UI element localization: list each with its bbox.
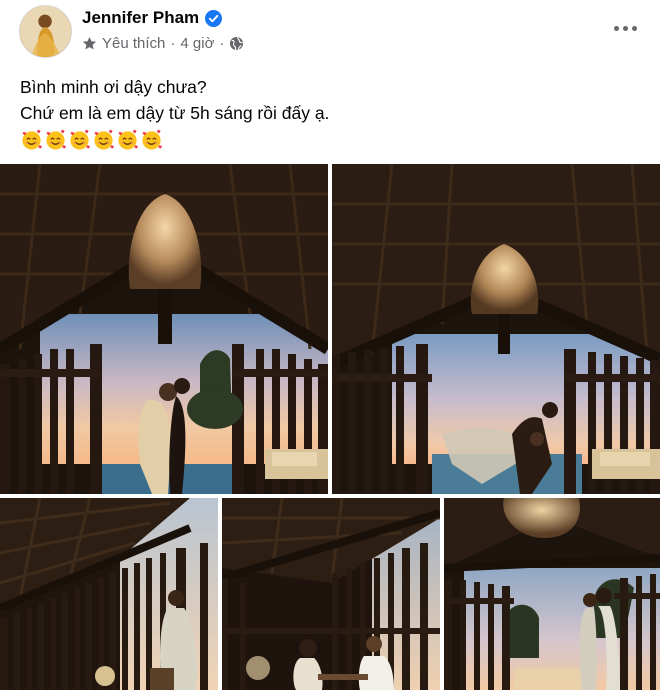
author-row: Jennifer Pham xyxy=(82,8,223,28)
verified-badge-icon xyxy=(205,9,223,27)
globe-icon[interactable] xyxy=(229,36,244,51)
post-time[interactable]: 4 giờ xyxy=(180,35,214,52)
author-name[interactable]: Jennifer Pham xyxy=(82,8,199,28)
smiling-face-with-hearts-icon xyxy=(46,130,66,150)
smiling-face-with-hearts-icon xyxy=(94,130,114,150)
photo-gallery xyxy=(0,164,660,690)
smiling-face-with-hearts-icon xyxy=(22,130,42,150)
photo-couple-dancing[interactable] xyxy=(332,164,660,494)
smiling-face-with-hearts-icon xyxy=(142,130,162,150)
post-text: Bình minh ơi dậy chưa? Chứ em là em dậy … xyxy=(20,74,329,151)
meta-separator: · xyxy=(170,35,176,52)
more-options-icon[interactable] xyxy=(608,14,642,42)
emoji-row xyxy=(20,128,329,151)
smiling-face-with-hearts-icon xyxy=(70,130,90,150)
post-meta: Yêu thích · 4 giờ · xyxy=(82,35,244,52)
post-text-line: Chứ em là em dậy từ 5h sáng rồi đấy ạ. xyxy=(20,103,330,123)
photo-woman-terrace[interactable] xyxy=(0,498,218,690)
photo-couple-dinner[interactable] xyxy=(222,498,440,690)
photo-couple-palms[interactable] xyxy=(444,498,660,690)
star-icon xyxy=(82,36,97,50)
smiling-face-with-hearts-icon xyxy=(118,130,138,150)
meta-separator: · xyxy=(219,35,225,52)
avatar[interactable] xyxy=(19,5,72,58)
audience-label[interactable]: Yêu thích xyxy=(102,35,165,52)
post-text-line: Bình minh ơi dậy chưa? xyxy=(20,77,207,97)
photo-couple-kiss[interactable] xyxy=(0,164,328,494)
post-header: Jennifer Pham Yêu thích · 4 giờ · xyxy=(0,0,660,62)
